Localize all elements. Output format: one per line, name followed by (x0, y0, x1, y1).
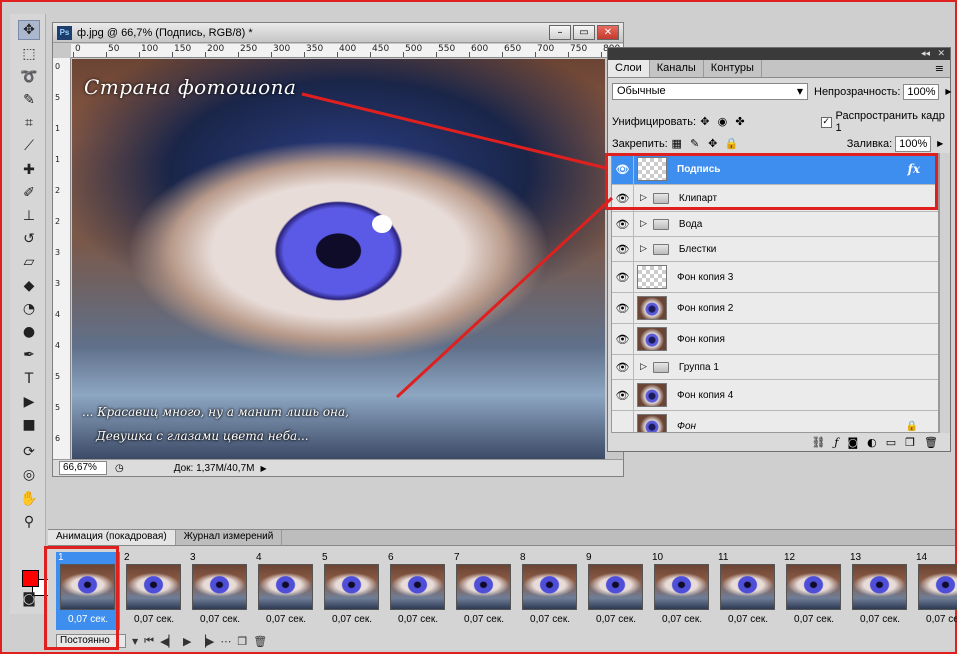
arrow-to-signature-layer (301, 92, 607, 170)
arrow-to-clipart-layer (395, 196, 614, 399)
annotation-arrows (301, 92, 614, 399)
